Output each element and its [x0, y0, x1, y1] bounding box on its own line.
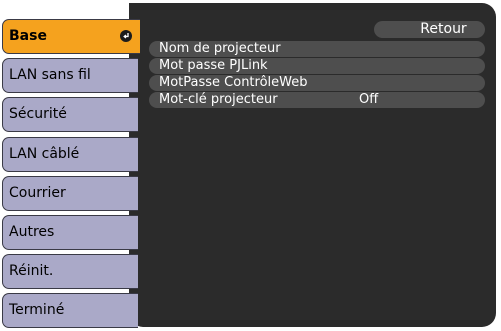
sidebar-item-label: Courrier [9, 185, 66, 201]
sidebar-item-lan-sans-fil[interactable]: LAN sans fil [2, 58, 138, 93]
sidebar-item-courrier[interactable]: Courrier [2, 176, 138, 211]
menu-row-label: MotPasse ContrôleWeb [159, 75, 308, 90]
menu-row-nom-projecteur[interactable]: Nom de projecteur [149, 41, 485, 57]
sidebar-item-reinit[interactable]: Réinit. [2, 254, 138, 289]
menu-row-mot-cle-projecteur[interactable]: Mot-clé projecteur Off [149, 92, 485, 108]
sidebar-item-label: LAN câblé [9, 146, 80, 162]
menu-row-value: Off [359, 92, 379, 107]
sidebar-item-label: Base [9, 28, 47, 44]
sidebar-item-lan-cable[interactable]: LAN câblé [2, 137, 138, 172]
sidebar-item-label: LAN sans fil [9, 67, 91, 83]
sidebar-item-label: Sécurité [9, 106, 67, 122]
sidebar-item-label: Terminé [9, 302, 65, 318]
sidebar-item-label: Réinit. [9, 263, 54, 279]
menu-row-label: Mot passe PJLink [159, 58, 268, 73]
menu-row-label: Mot-clé projecteur [159, 92, 278, 107]
sidebar-item-securite[interactable]: Sécurité [2, 97, 138, 132]
sidebar-item-termine[interactable]: Terminé [2, 293, 138, 328]
menu-row-mot-passe-pjlink[interactable]: Mot passe PJLink [149, 58, 485, 74]
menu-row-label: Nom de projecteur [159, 41, 281, 56]
back-button[interactable]: Retour [374, 21, 485, 38]
menu-row-motpasse-controleweb[interactable]: MotPasse ContrôleWeb [149, 75, 485, 91]
sidebar-item-autres[interactable]: Autres [2, 215, 138, 250]
back-button-label: Retour [420, 21, 467, 37]
projector-menu-screen: Base LAN sans fil Sécurité LAN câblé Cou… [0, 0, 501, 331]
sidebar-item-label: Autres [9, 224, 55, 240]
sidebar-item-base[interactable]: Base [2, 19, 140, 54]
enter-return-icon [120, 30, 132, 42]
